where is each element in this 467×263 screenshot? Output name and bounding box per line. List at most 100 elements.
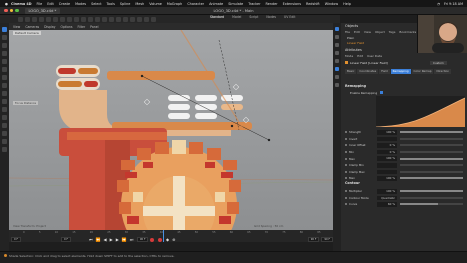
minimize-window-button[interactable]: [9, 8, 13, 13]
remap-slider[interactable]: [400, 151, 463, 154]
floor-icon[interactable]: [137, 16, 142, 22]
deformer-icon[interactable]: [123, 16, 128, 22]
light-icon[interactable]: [151, 16, 156, 22]
viewport-menu-view[interactable]: View: [13, 25, 20, 29]
remap-value-field[interactable]: [377, 163, 397, 168]
attributes-menu-mode[interactable]: Mode: [345, 54, 353, 58]
x-axis-lock-icon[interactable]: [2, 67, 7, 72]
magnet-tool-icon[interactable]: [2, 131, 7, 136]
contour-slider[interactable]: [400, 190, 463, 193]
wifi-icon[interactable]: ◔: [437, 2, 440, 6]
keyframe-dot-icon[interactable]: [345, 203, 347, 206]
play-icon[interactable]: ▶: [110, 237, 113, 242]
workplane-icon[interactable]: [2, 139, 7, 144]
axis-icon[interactable]: [60, 16, 65, 22]
y-axis-lock-icon[interactable]: [2, 75, 7, 80]
position-key-icon[interactable]: ⊕: [172, 237, 175, 242]
tab-coordinates[interactable]: Coordinates: [357, 69, 379, 74]
menu-app-name[interactable]: Cinema 4D: [11, 2, 32, 6]
enable-remapping-checkbox[interactable]: Enable Remapping: [350, 91, 384, 95]
snap-icon[interactable]: [67, 16, 72, 22]
prev-key-icon[interactable]: ⏪: [96, 237, 101, 242]
spline-pen-icon[interactable]: [102, 16, 107, 22]
go-to-start-icon[interactable]: ⏮: [89, 237, 93, 242]
objects-icon[interactable]: [335, 27, 339, 31]
edges-mode-icon[interactable]: [46, 16, 51, 22]
rotate-tool-icon[interactable]: [2, 51, 7, 56]
cube-icon[interactable]: [95, 16, 100, 22]
redo-icon[interactable]: [25, 16, 30, 22]
coordinates-icon[interactable]: [335, 75, 339, 79]
takes-icon[interactable]: [335, 35, 339, 39]
tab-field[interactable]: Field: [379, 69, 390, 74]
snap-settings-icon[interactable]: [2, 147, 7, 152]
menu-edit[interactable]: Edit: [47, 2, 54, 6]
keyframe-dot-icon[interactable]: [345, 170, 347, 173]
select-tool-icon[interactable]: [2, 27, 7, 32]
preview-end-field[interactable]: 90 F: [321, 237, 333, 242]
coordinate-system-icon[interactable]: [2, 91, 7, 96]
menu-extensions[interactable]: Extensions: [283, 2, 301, 6]
viewport-menu-filter[interactable]: Filter: [77, 25, 85, 29]
layout-tab-uv-edit[interactable]: UV Edit: [284, 15, 295, 21]
keyframe-icon[interactable]: ◆: [166, 237, 169, 242]
next-key-icon[interactable]: ⏩: [122, 237, 127, 242]
start-frame-field[interactable]: 0 F: [11, 237, 21, 242]
prev-frame-icon[interactable]: ◀: [104, 237, 107, 242]
knife-tool-icon[interactable]: [2, 99, 7, 104]
contour-value-field[interactable]: 100 %: [377, 189, 397, 194]
remap-slider[interactable]: [400, 144, 463, 147]
remap-value-field[interactable]: 100 %: [377, 130, 397, 135]
contour-slider[interactable]: [400, 196, 463, 199]
objects-menu-object[interactable]: Object: [375, 30, 385, 34]
zoom-window-button[interactable]: [15, 8, 19, 13]
go-to-end-icon[interactable]: ⏭: [130, 237, 134, 242]
materials-icon[interactable]: [335, 83, 339, 87]
frame-field[interactable]: 90 F: [136, 237, 149, 242]
attributes-icon[interactable]: [335, 67, 339, 71]
live-selection-icon[interactable]: [2, 59, 7, 64]
3d-viewport[interactable]: Default Camera Focus Distance View Trans…: [9, 30, 333, 230]
remap-value-field[interactable]: 0 %: [377, 149, 397, 155]
content-browser-icon[interactable]: [335, 51, 339, 55]
checkbox-checked-icon[interactable]: [380, 91, 384, 94]
tab-remapping[interactable]: Remapping: [390, 69, 411, 74]
remap-slider[interactable]: [400, 157, 463, 160]
keyframe-dot-icon[interactable]: [345, 157, 347, 160]
remap-curve-graph[interactable]: [375, 96, 466, 128]
keyframe-dot-icon[interactable]: [345, 164, 347, 167]
undo-icon[interactable]: [18, 16, 23, 22]
remap-value-field[interactable]: 100 %: [377, 156, 397, 161]
next-frame-icon[interactable]: ▶: [116, 237, 119, 242]
remap-value-field[interactable]: 0 %: [377, 143, 397, 148]
keyframe-dot-icon[interactable]: [345, 177, 347, 180]
menu-help[interactable]: Help: [343, 2, 351, 6]
menu-window[interactable]: Window: [325, 2, 338, 6]
menu-spline[interactable]: Spline: [120, 2, 130, 6]
keyframe-dot-icon[interactable]: [345, 151, 347, 154]
camera-icon[interactable]: [144, 16, 149, 22]
structure-icon[interactable]: [335, 59, 339, 63]
document-tab[interactable]: LOGO_3D.c4d *: [24, 7, 61, 14]
remap-slider[interactable]: [400, 164, 463, 167]
menu-render[interactable]: Render: [266, 2, 278, 6]
points-mode-icon[interactable]: [39, 16, 44, 22]
render-settings-icon[interactable]: [88, 16, 93, 22]
camera-label[interactable]: Default Camera: [13, 31, 41, 35]
keyframe-dot-icon[interactable]: [345, 131, 347, 134]
subdivision-icon[interactable]: [109, 16, 114, 22]
remap-slider[interactable]: [400, 177, 463, 180]
remap-slider[interactable]: [400, 131, 463, 134]
attributes-menu-edit[interactable]: Edit: [357, 54, 363, 58]
keyframe-dot-icon[interactable]: [345, 137, 347, 140]
menu-tools[interactable]: Tools: [107, 2, 115, 6]
remap-value-field[interactable]: [377, 136, 397, 142]
remap-slider[interactable]: [400, 170, 463, 173]
menu-file[interactable]: File: [37, 2, 43, 6]
autokey-icon[interactable]: [158, 237, 163, 242]
tab-direction[interactable]: Direction: [434, 69, 452, 74]
menu-animate[interactable]: Animate: [209, 2, 223, 6]
contour-value-field[interactable]: 60 %: [377, 202, 397, 207]
clock[interactable]: Fri 9:18 AM: [444, 2, 463, 6]
polygons-mode-icon[interactable]: [53, 16, 58, 22]
